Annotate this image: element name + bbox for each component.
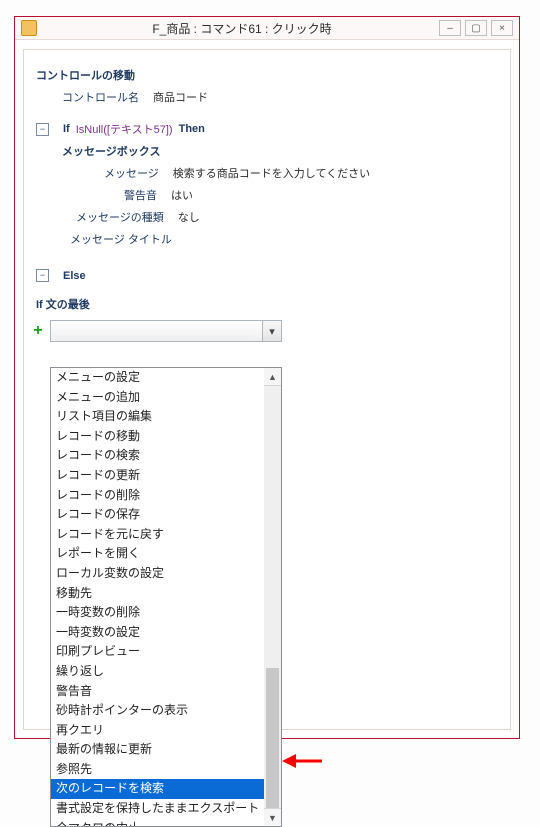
action-messagebox[interactable]: メッセージボックス xyxy=(62,140,502,162)
msgbox-beep-row: 警告音 はい xyxy=(104,184,502,206)
action-select-value xyxy=(51,321,262,341)
window-title: F_商品 : コマンド61 : クリック時 xyxy=(45,20,439,37)
scroll-down-button[interactable]: ▼ xyxy=(264,808,281,826)
msgbox-type-row: メッセージの種類 なし xyxy=(76,206,502,228)
titlebar: F_商品 : コマンド61 : クリック時 – ▢ × xyxy=(15,17,519,40)
dropdown-item[interactable]: 最新の情報に更新 xyxy=(51,740,264,760)
collapse-icon[interactable]: − xyxy=(36,123,49,136)
msgbox-title-label: メッセージ タイトル xyxy=(70,231,172,247)
if-block-header[interactable]: − If IsNull([テキスト57]) Then xyxy=(36,118,502,140)
msgbox-title-row: メッセージ タイトル xyxy=(70,228,502,250)
else-keyword: Else xyxy=(63,270,86,282)
else-block-header[interactable]: − Else xyxy=(36,266,502,285)
dropdown-item[interactable]: 一時変数の設定 xyxy=(51,623,264,643)
dropdown-item[interactable]: 砂時計ポインターの表示 xyxy=(51,701,264,721)
dropdown-item[interactable]: レコードの検索 xyxy=(51,446,264,466)
close-button[interactable]: × xyxy=(491,20,513,36)
add-action-icon[interactable]: + xyxy=(32,322,44,340)
dropdown-item[interactable]: 次のレコードを検索 xyxy=(51,779,264,799)
msgbox-message-value: 検索する商品コードを入力してください xyxy=(173,165,370,181)
dropdown-item[interactable]: 参照先 xyxy=(51,760,264,780)
app-icon xyxy=(21,20,37,36)
dropdown-item[interactable]: 繰り返し xyxy=(51,662,264,682)
maximize-button[interactable]: ▢ xyxy=(465,20,487,36)
dropdown-item[interactable]: レコードの削除 xyxy=(51,486,264,506)
scroll-up-button[interactable]: ▲ xyxy=(264,368,281,386)
dropdown-item[interactable]: 全マクロの中止 xyxy=(51,819,264,826)
msgbox-type-value: なし xyxy=(178,209,200,225)
msgbox-message-row: メッセージ 検索する商品コードを入力してください xyxy=(104,162,502,184)
dropdown-item[interactable]: レポートを開く xyxy=(51,544,264,564)
action-dropdown[interactable]: メニューの設定メニューの追加リスト項目の編集レコードの移動レコードの検索レコード… xyxy=(50,367,282,827)
annotation-arrow xyxy=(282,752,322,770)
then-keyword: Then xyxy=(179,123,205,135)
minimize-button[interactable]: – xyxy=(439,20,461,36)
action-gotocontrol[interactable]: コントロールの移動 xyxy=(36,64,502,86)
dropdown-item[interactable]: メニューの追加 xyxy=(51,388,264,408)
dropdown-item[interactable]: レコードの移動 xyxy=(51,427,264,447)
endif-label: If 文の最後 xyxy=(36,293,502,315)
dropdown-item[interactable]: レコードの更新 xyxy=(51,466,264,486)
gotocontrol-arg-value: 商品コード xyxy=(153,89,208,105)
dropdown-item[interactable]: メニューの設定 xyxy=(51,368,264,388)
dropdown-item[interactable]: 再クエリ xyxy=(51,721,264,741)
msgbox-type-label: メッセージの種類 xyxy=(76,209,164,225)
dropdown-item[interactable]: リスト項目の編集 xyxy=(51,407,264,427)
if-expression: IsNull([テキスト57]) xyxy=(76,121,173,137)
dropdown-scrollbar[interactable]: ▲ ▼ xyxy=(264,368,281,826)
dropdown-item[interactable]: レコードを元に戻す xyxy=(51,525,264,545)
collapse-icon[interactable]: − xyxy=(36,269,49,282)
dropdown-item[interactable]: ローカル変数の設定 xyxy=(51,564,264,584)
dropdown-item[interactable]: 警告音 xyxy=(51,682,264,702)
dropdown-item[interactable]: 印刷プレビュー xyxy=(51,642,264,662)
gotocontrol-arg-row: コントロール名 商品コード xyxy=(62,86,502,108)
scroll-thumb[interactable] xyxy=(266,668,279,808)
dropdown-item[interactable]: レコードの保存 xyxy=(51,505,264,525)
gotocontrol-arg-label: コントロール名 xyxy=(62,89,139,105)
if-keyword: If xyxy=(63,123,70,135)
chevron-down-icon[interactable]: ▾ xyxy=(262,321,281,341)
dropdown-item[interactable]: 書式設定を保持したままエクスポート xyxy=(51,799,264,819)
msgbox-beep-label: 警告音 xyxy=(124,187,157,203)
dropdown-item[interactable]: 一時変数の削除 xyxy=(51,603,264,623)
msgbox-beep-value: はい xyxy=(171,187,193,203)
dropdown-item[interactable]: 移動先 xyxy=(51,584,264,604)
new-action-row[interactable]: + ▾ xyxy=(32,317,502,345)
action-select[interactable]: ▾ xyxy=(50,320,282,342)
msgbox-message-label: メッセージ xyxy=(104,165,159,181)
